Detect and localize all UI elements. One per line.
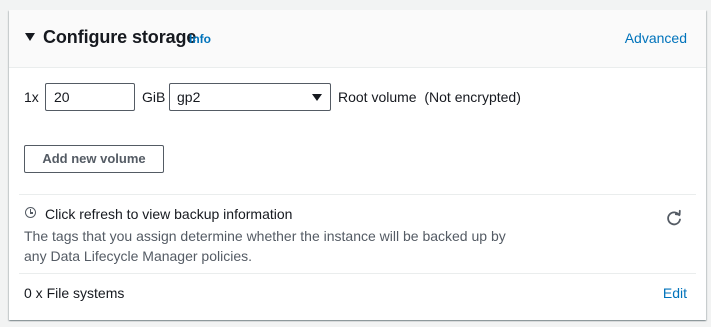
backup-info-description: The tags that you assign determine wheth…: [24, 228, 506, 264]
divider: [19, 273, 696, 274]
divider: [19, 194, 696, 195]
volume-size-input[interactable]: [45, 83, 135, 111]
refresh-icon[interactable]: [664, 209, 684, 229]
panel-header: Configure storage Info Advanced: [9, 10, 706, 68]
volume-type-value: gp2: [177, 89, 201, 105]
edit-file-systems-link[interactable]: Edit: [663, 285, 687, 301]
volume-size-unit: GiB: [142, 89, 166, 105]
file-systems-label: 0 x File systems: [24, 285, 125, 301]
caret-down-icon[interactable]: [25, 33, 35, 41]
root-volume-description: Root volume (Not encrypted): [338, 89, 521, 105]
configure-storage-panel: Configure storage Info Advanced 1x GiB g…: [9, 10, 706, 320]
backup-info-title: Click refresh to view backup information: [45, 206, 293, 222]
info-link[interactable]: Info: [189, 32, 211, 46]
volume-count-label: 1x: [24, 89, 39, 105]
panel-title[interactable]: Configure storage: [43, 27, 196, 48]
dropdown-arrow-icon: [312, 94, 322, 101]
advanced-link[interactable]: Advanced: [625, 30, 687, 46]
clock-icon: [25, 207, 36, 218]
add-new-volume-button[interactable]: Add new volume: [24, 145, 164, 173]
root-volume-row: 1x GiB gp2 Root volume (Not encrypted): [24, 83, 694, 111]
volume-type-select[interactable]: gp2: [169, 83, 331, 111]
